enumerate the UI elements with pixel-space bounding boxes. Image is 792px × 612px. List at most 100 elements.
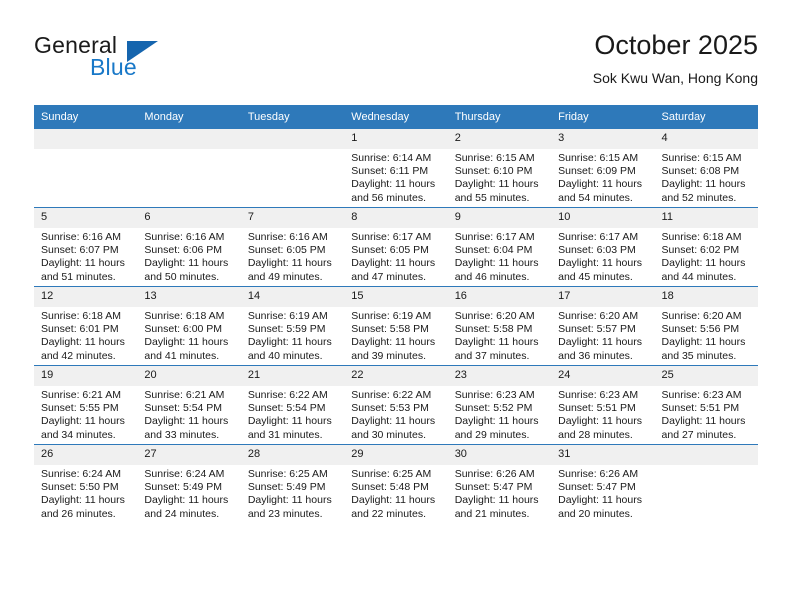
day-number: 28 <box>240 445 345 465</box>
daylight-duration-line1: Daylight: 11 hours <box>454 494 539 507</box>
sunrise-sunset-calendar: Sunday Monday Tuesday Wednesday Thursday… <box>34 105 758 523</box>
day-cell-inner: 5 Sunrise: 6:16 AM Sunset: 6:07 PM Daylight… <box>34 208 138 286</box>
day-number: 16 <box>447 287 552 307</box>
calendar-day-cell[interactable]: 7 Sunrise: 6:16 AM Sunset: 6:05 PM Daylight… <box>240 207 345 287</box>
sunrise-time: Sunrise: 6:14 AM <box>351 152 432 164</box>
daylight-duration-line1: Daylight: 11 hours <box>351 178 436 191</box>
day-number: 24 <box>551 366 655 386</box>
day-cell-inner: 15 Sunrise: 6:19 AM Sunset: 5:58 PM Dayligh… <box>344 287 448 365</box>
sunrise-time: Sunrise: 6:25 AM <box>247 468 328 480</box>
sunrise-time: Sunrise: 6:24 AM <box>144 468 225 480</box>
sunset-time: Sunset: 6:08 PM <box>661 165 740 178</box>
day-cell-details: Sunrise: 6:18 AM Sunset: 6:00 PM Daylight:… <box>137 307 240 363</box>
daylight-duration-line1: Daylight: 11 hours <box>558 415 642 428</box>
day-cell-inner: 11 Sunrise: 6:18 AM Sunset: 6:02 PM Dayligh… <box>654 208 758 286</box>
day-cell-inner: 10 Sunrise: 6:17 AM Sunset: 6:03 PM Dayligh… <box>551 208 655 286</box>
calendar-day-cell[interactable]: 10 Sunrise: 6:17 AM Sunset: 6:03 PM Dayligh… <box>551 207 655 287</box>
calendar-day-cell[interactable]: 12 Sunrise: 6:18 AM Sunset: 6:01 PM Dayligh… <box>34 286 138 366</box>
day-cell-inner <box>34 129 138 207</box>
day-cell-inner: 8 Sunrise: 6:17 AM Sunset: 6:05 PM Daylight… <box>344 208 448 286</box>
day-cell-details: Sunrise: 6:24 AM Sunset: 5:50 PM Daylight:… <box>34 465 137 521</box>
daylight-duration-line2: and 52 minutes. <box>661 191 737 204</box>
calendar-day-cell[interactable]: 30 Sunrise: 6:26 AM Sunset: 5:47 PM Dayligh… <box>447 444 552 523</box>
calendar-day-cell[interactable]: 11 Sunrise: 6:18 AM Sunset: 6:02 PM Dayligh… <box>654 207 758 287</box>
calendar-day-cell[interactable]: 1 Sunrise: 6:14 AM Sunset: 6:11 PM Daylight… <box>344 129 448 208</box>
daylight-duration-line1: Daylight: 11 hours <box>247 257 332 270</box>
sunrise-time: Sunrise: 6:18 AM <box>661 231 742 243</box>
daylight-duration-line2: and 24 minutes. <box>144 507 220 520</box>
general-blue-logo[interactable]: General Blue <box>34 32 244 90</box>
sunset-time: Sunset: 6:07 PM <box>41 244 119 257</box>
calendar-day-cell[interactable]: 17 Sunrise: 6:20 AM Sunset: 5:57 PM Dayligh… <box>551 286 655 366</box>
calendar-day-cell[interactable]: 22 Sunrise: 6:22 AM Sunset: 5:53 PM Dayligh… <box>344 365 448 445</box>
day-cell-inner <box>240 129 345 207</box>
sunset-time: Sunset: 5:48 PM <box>351 481 429 494</box>
daylight-duration-line2: and 37 minutes. <box>454 349 530 362</box>
calendar-day-cell[interactable]: 13 Sunrise: 6:18 AM Sunset: 6:00 PM Dayligh… <box>137 286 241 366</box>
calendar-week-row: 5 Sunrise: 6:16 AM Sunset: 6:07 PM Daylight… <box>34 207 758 287</box>
daylight-duration-line2: and 27 minutes. <box>661 428 737 441</box>
day-number: 1 <box>344 129 448 149</box>
day-number <box>34 129 138 149</box>
day-number: 8 <box>344 208 448 228</box>
sunrise-time: Sunrise: 6:15 AM <box>558 152 639 164</box>
calendar-day-cell[interactable]: 5 Sunrise: 6:16 AM Sunset: 6:07 PM Daylight… <box>34 207 138 287</box>
day-cell-inner: 19 Sunrise: 6:21 AM Sunset: 5:55 PM Dayligh… <box>34 366 138 444</box>
calendar-day-cell[interactable]: 4 Sunrise: 6:15 AM Sunset: 6:08 PM Daylight… <box>654 129 758 208</box>
sunset-time: Sunset: 5:51 PM <box>661 402 740 415</box>
sunset-time: Sunset: 5:49 PM <box>247 481 326 494</box>
weekday-header-monday: Monday <box>137 105 241 129</box>
calendar-day-cell[interactable]: 8 Sunrise: 6:17 AM Sunset: 6:05 PM Daylight… <box>344 207 448 287</box>
calendar-day-cell[interactable]: 28 Sunrise: 6:25 AM Sunset: 5:49 PM Dayligh… <box>240 444 345 523</box>
calendar-day-cell[interactable]: 14 Sunrise: 6:19 AM Sunset: 5:59 PM Dayligh… <box>240 286 345 366</box>
sunrise-time: Sunrise: 6:22 AM <box>351 389 432 401</box>
calendar-day-cell[interactable]: 21 Sunrise: 6:22 AM Sunset: 5:54 PM Dayligh… <box>240 365 345 445</box>
day-number: 12 <box>34 287 138 307</box>
day-cell-details: Sunrise: 6:18 AM Sunset: 6:02 PM Daylight:… <box>655 228 758 284</box>
page-title: October 2025 <box>594 30 758 60</box>
calendar-day-cell[interactable]: 20 Sunrise: 6:21 AM Sunset: 5:54 PM Dayligh… <box>137 365 241 445</box>
daylight-duration-line1: Daylight: 11 hours <box>247 336 332 349</box>
calendar-day-cell[interactable]: 9 Sunrise: 6:17 AM Sunset: 6:04 PM Daylight… <box>447 207 552 287</box>
calendar-day-cell[interactable]: 25 Sunrise: 6:23 AM Sunset: 5:51 PM Dayligh… <box>654 365 758 445</box>
calendar-day-cell[interactable]: 23 Sunrise: 6:23 AM Sunset: 5:52 PM Dayligh… <box>447 365 552 445</box>
daylight-duration-line1: Daylight: 11 hours <box>351 336 436 349</box>
daylight-duration-line2: and 23 minutes. <box>247 507 323 520</box>
day-cell-details: Sunrise: 6:22 AM Sunset: 5:53 PM Daylight:… <box>344 386 447 442</box>
daylight-duration-line1: Daylight: 11 hours <box>661 415 746 428</box>
day-cell-details: Sunrise: 6:23 AM Sunset: 5:52 PM Daylight:… <box>448 386 551 442</box>
day-number: 31 <box>551 445 655 465</box>
day-cell-inner: 3 Sunrise: 6:15 AM Sunset: 6:09 PM Daylight… <box>551 129 655 207</box>
calendar-day-cell[interactable]: 31 Sunrise: 6:26 AM Sunset: 5:47 PM Dayligh… <box>551 444 655 523</box>
day-cell-inner: 7 Sunrise: 6:16 AM Sunset: 6:05 PM Daylight… <box>240 208 345 286</box>
calendar-day-cell[interactable]: 15 Sunrise: 6:19 AM Sunset: 5:58 PM Dayligh… <box>344 286 448 366</box>
calendar-day-cell[interactable]: 29 Sunrise: 6:25 AM Sunset: 5:48 PM Dayligh… <box>344 444 448 523</box>
day-cell-inner: 25 Sunrise: 6:23 AM Sunset: 5:51 PM Dayligh… <box>654 366 758 444</box>
day-cell-inner: 4 Sunrise: 6:15 AM Sunset: 6:08 PM Daylight… <box>654 129 758 207</box>
day-number: 18 <box>654 287 758 307</box>
calendar-day-cell[interactable]: 19 Sunrise: 6:21 AM Sunset: 5:55 PM Dayligh… <box>34 365 138 445</box>
day-number: 22 <box>344 366 448 386</box>
calendar-day-cell[interactable]: 24 Sunrise: 6:23 AM Sunset: 5:51 PM Dayligh… <box>551 365 655 445</box>
calendar-day-cell[interactable]: 3 Sunrise: 6:15 AM Sunset: 6:09 PM Daylight… <box>551 129 655 208</box>
sunset-time: Sunset: 5:47 PM <box>454 481 533 494</box>
weekday-header-friday: Friday <box>551 105 655 129</box>
calendar-day-cell[interactable]: 27 Sunrise: 6:24 AM Sunset: 5:49 PM Dayligh… <box>137 444 241 523</box>
day-number: 5 <box>34 208 138 228</box>
day-cell-details: Sunrise: 6:16 AM Sunset: 6:05 PM Daylight:… <box>241 228 344 284</box>
day-cell-details: Sunrise: 6:22 AM Sunset: 5:54 PM Daylight:… <box>241 386 344 442</box>
daylight-duration-line2: and 41 minutes. <box>144 349 220 362</box>
calendar-day-cell-empty <box>240 129 345 208</box>
daylight-duration-line1: Daylight: 11 hours <box>661 336 746 349</box>
calendar-day-cell[interactable]: 26 Sunrise: 6:24 AM Sunset: 5:50 PM Dayligh… <box>34 444 138 523</box>
sunrise-time: Sunrise: 6:18 AM <box>144 310 225 322</box>
day-cell-details: Sunrise: 6:26 AM Sunset: 5:47 PM Daylight:… <box>551 465 654 521</box>
calendar-day-cell[interactable]: 18 Sunrise: 6:20 AM Sunset: 5:56 PM Dayligh… <box>654 286 758 366</box>
day-cell-inner: 20 Sunrise: 6:21 AM Sunset: 5:54 PM Dayligh… <box>137 366 241 444</box>
daylight-duration-line2: and 42 minutes. <box>41 349 116 362</box>
day-cell-details: Sunrise: 6:15 AM Sunset: 6:10 PM Daylight:… <box>448 149 551 205</box>
daylight-duration-line1: Daylight: 11 hours <box>558 494 642 507</box>
calendar-day-cell[interactable]: 6 Sunrise: 6:16 AM Sunset: 6:06 PM Daylight… <box>137 207 241 287</box>
calendar-day-cell[interactable]: 2 Sunrise: 6:15 AM Sunset: 6:10 PM Daylight… <box>447 129 552 208</box>
calendar-day-cell[interactable]: 16 Sunrise: 6:20 AM Sunset: 5:58 PM Dayligh… <box>447 286 552 366</box>
